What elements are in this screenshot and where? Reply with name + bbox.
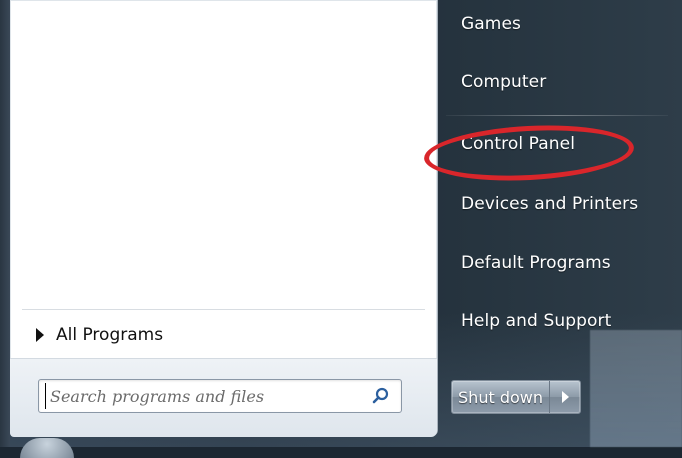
start-menu-left-edge (0, 0, 10, 447)
search-box[interactable] (38, 379, 402, 413)
right-item-default-programs[interactable]: Default Programs (461, 253, 611, 273)
right-item-help-and-support[interactable]: Help and Support (461, 311, 611, 331)
search-icon[interactable] (371, 386, 391, 406)
right-item-games[interactable]: Games (461, 14, 521, 34)
all-programs-button[interactable]: All Programs (36, 320, 163, 350)
search-input[interactable] (45, 383, 362, 409)
shutdown-button-group: Shut down (451, 380, 581, 414)
right-item-devices-and-printers[interactable]: Devices and Printers (461, 194, 638, 214)
triangle-right-icon (36, 328, 44, 342)
background-window (590, 330, 682, 447)
start-orb-icon[interactable] (20, 438, 74, 458)
right-item-computer[interactable]: Computer (461, 72, 546, 92)
all-programs-label: All Programs (56, 325, 164, 345)
right-column-separator (446, 115, 668, 116)
shutdown-button[interactable]: Shut down (452, 381, 550, 413)
shutdown-options-button[interactable] (550, 381, 580, 413)
chevron-right-icon (561, 391, 569, 403)
all-programs-separator (22, 309, 425, 310)
